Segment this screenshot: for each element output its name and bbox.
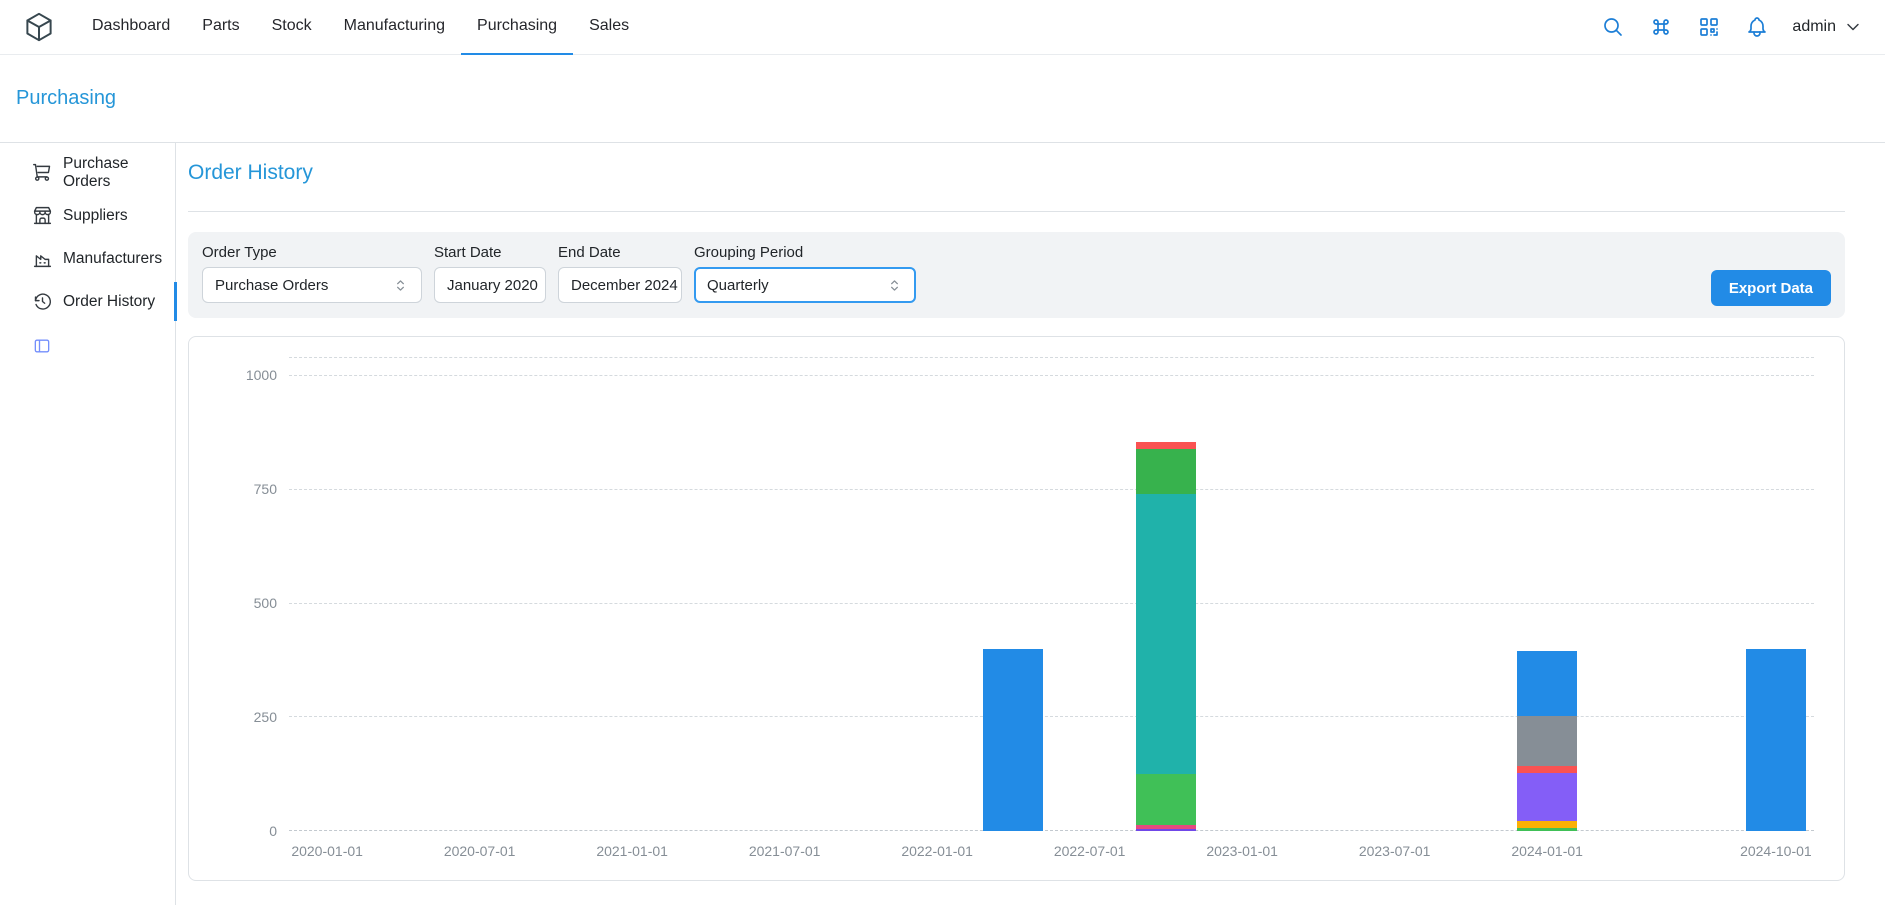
- navbar-actions: admin: [1600, 14, 1863, 40]
- x-axis-label: 2020-01-01: [291, 843, 363, 859]
- start-date-label: Start Date: [434, 244, 546, 261]
- chart-x-axis: 2020-01-01 2020-07-01 2021-01-01 2021-07-01…: [289, 843, 1814, 865]
- filter-order-type: Order Type Purchase Orders: [202, 244, 422, 303]
- order-history-chart-panel: 0 250 500 750 1000 2020-01-01 2020-07-01 2021-…: [188, 336, 1845, 881]
- x-axis-label: 2020-07-01: [444, 843, 516, 859]
- grouping-period-value: Quarterly: [707, 277, 769, 294]
- order-type-value: Purchase Orders: [215, 277, 328, 294]
- gridline: [289, 603, 1814, 604]
- main-nav-tabs: Dashboard Parts Stock Manufacturing Purc…: [76, 0, 645, 55]
- tab-purchasing[interactable]: Purchasing: [461, 0, 573, 55]
- barcode-scan-icon[interactable]: [1696, 14, 1722, 40]
- bar-segment: [1746, 649, 1806, 831]
- x-axis-label: 2024-10-01: [1740, 843, 1812, 859]
- search-icon[interactable]: [1600, 14, 1626, 40]
- sidebar-collapse-icon[interactable]: [32, 335, 54, 357]
- breadcrumb-purchasing[interactable]: Purchasing: [16, 87, 116, 110]
- user-name: admin: [1792, 18, 1836, 36]
- sidebar-item-suppliers[interactable]: Suppliers: [0, 194, 175, 237]
- bar-segment: [1136, 774, 1196, 825]
- y-axis-label: 0: [269, 823, 277, 839]
- chevron-down-icon: [1843, 17, 1863, 37]
- sidebar-item-manufacturers[interactable]: Manufacturers: [0, 237, 175, 280]
- x-axis-label: 2021-01-01: [596, 843, 668, 859]
- app-logo-icon[interactable]: [22, 10, 56, 44]
- tab-stock[interactable]: Stock: [256, 0, 328, 55]
- x-axis-label: 2023-07-01: [1359, 843, 1431, 859]
- y-axis-label: 250: [254, 709, 277, 725]
- gridline: [289, 830, 1814, 831]
- bar-segment: [983, 649, 1043, 831]
- sidebar-item-label: Purchase Orders: [63, 155, 175, 191]
- chart-bar[interactable]: [1136, 442, 1196, 831]
- tab-sales[interactable]: Sales: [573, 0, 645, 55]
- x-axis-label: 2021-07-01: [749, 843, 821, 859]
- x-axis-label: 2023-01-01: [1206, 843, 1278, 859]
- tab-manufacturing[interactable]: Manufacturing: [328, 0, 461, 55]
- selector-icon: [878, 277, 903, 294]
- chart-y-axis: 02505007501000: [189, 357, 277, 831]
- bar-segment: [1136, 829, 1196, 831]
- sidebar: Purchase Orders Suppliers Manufacturers: [0, 143, 176, 905]
- gridline: [289, 375, 1814, 376]
- sidebar-item-label: Suppliers: [63, 207, 128, 225]
- filter-grouping-period: Grouping Period Quarterly: [694, 244, 916, 303]
- order-type-label: Order Type: [202, 244, 422, 261]
- tab-dashboard[interactable]: Dashboard: [76, 0, 186, 55]
- order-type-select[interactable]: Purchase Orders: [202, 267, 422, 303]
- sidebar-item-purchase-orders[interactable]: Purchase Orders: [0, 151, 175, 194]
- notifications-bell-icon[interactable]: [1744, 14, 1770, 40]
- end-date-value: December 2024: [571, 277, 678, 294]
- bar-segment: [1517, 821, 1577, 828]
- start-date-input[interactable]: January 2020: [434, 267, 546, 303]
- bar-segment: [1517, 716, 1577, 766]
- breadcrumb: Purchasing: [0, 55, 1885, 143]
- end-date-input[interactable]: December 2024: [558, 267, 682, 303]
- end-date-label: End Date: [558, 244, 682, 261]
- start-date-value: January 2020: [447, 277, 538, 294]
- bar-segment: [1517, 651, 1577, 716]
- page-body: Purchase Orders Suppliers Manufacturers: [0, 143, 1885, 905]
- x-axis-label: 2022-07-01: [1054, 843, 1126, 859]
- y-axis-label: 750: [254, 481, 277, 497]
- filter-end-date: End Date December 2024: [558, 244, 682, 303]
- gridline: [289, 489, 1814, 490]
- tab-parts[interactable]: Parts: [186, 0, 255, 55]
- x-axis-label: 2024-01-01: [1511, 843, 1583, 859]
- top-navbar: Dashboard Parts Stock Manufacturing Purc…: [0, 0, 1885, 55]
- filter-start-date: Start Date January 2020: [434, 244, 546, 303]
- bar-segment: [1136, 449, 1196, 494]
- chart-plot-area: [289, 357, 1814, 831]
- title-divider: [188, 211, 1845, 212]
- export-data-button[interactable]: Export Data: [1711, 270, 1831, 306]
- page-title: Order History: [188, 161, 1845, 185]
- bar-segment: [1517, 828, 1577, 831]
- user-menu[interactable]: admin: [1792, 17, 1863, 37]
- grouping-period-label: Grouping Period: [694, 244, 916, 261]
- command-palette-icon[interactable]: [1648, 14, 1674, 40]
- y-axis-label: 1000: [246, 367, 277, 383]
- sidebar-item-order-history[interactable]: Order History: [0, 280, 175, 323]
- y-axis-label: 500: [254, 595, 277, 611]
- shopping-cart-icon: [32, 162, 53, 183]
- sidebar-item-label: Order History: [63, 293, 155, 311]
- building-factory-icon: [32, 248, 53, 269]
- gridline: [289, 716, 1814, 717]
- bar-segment: [1136, 442, 1196, 449]
- bar-segment: [1517, 773, 1577, 821]
- filter-panel: Order Type Purchase Orders Start Date Ja…: [188, 232, 1845, 318]
- x-axis-label: 2022-01-01: [901, 843, 973, 859]
- chart-bar[interactable]: [983, 649, 1043, 831]
- history-clock-icon: [32, 291, 53, 312]
- grouping-period-select[interactable]: Quarterly: [694, 267, 916, 303]
- main-content: Order History Order Type Purchase Orders…: [176, 143, 1885, 905]
- chart-bar[interactable]: [1517, 651, 1577, 831]
- sidebar-item-label: Manufacturers: [63, 250, 162, 268]
- building-store-icon: [32, 205, 53, 226]
- bar-segment: [1136, 494, 1196, 774]
- selector-icon: [384, 277, 409, 294]
- chart-bar[interactable]: [1746, 649, 1806, 831]
